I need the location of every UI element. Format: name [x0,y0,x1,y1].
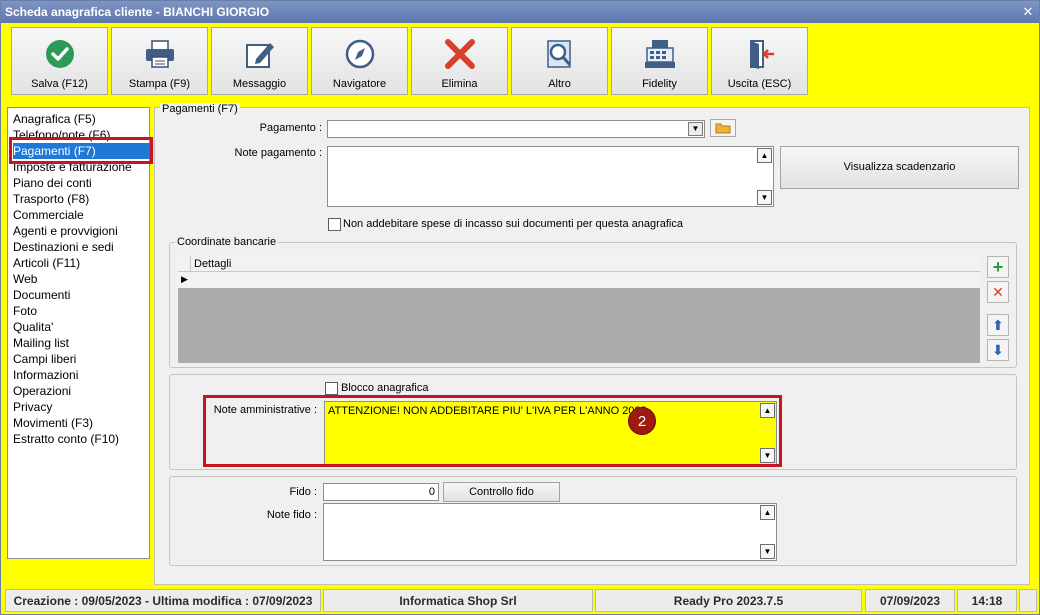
window-title: Scheda anagrafica cliente - BIANCHI GIOR… [5,5,270,19]
note-fido-field[interactable]: ▲ ▼ [323,503,777,561]
check-circle-icon [46,40,74,68]
move-up-button[interactable]: ⬆ [987,314,1009,336]
chevron-down-icon[interactable]: ▼ [688,122,703,136]
visualizza-scadenzario-button[interactable]: Visualizza scadenzario [780,146,1019,189]
nav-item-web[interactable]: Web [13,271,151,287]
close-icon[interactable]: ✕ [1021,5,1035,19]
non-addebitare-label: Non addebitare spese di incasso sui docu… [343,218,683,230]
scroll-down-icon[interactable]: ▼ [760,544,775,559]
compose-icon [246,43,274,68]
non-addebitare-checkbox[interactable] [328,218,341,231]
grid-header-dettagli: Dettagli [194,258,232,270]
title-bar: Scheda anagrafica cliente - BIANCHI GIOR… [1,1,1039,23]
print-button[interactable]: Stampa (F9) [111,27,208,95]
coordinate-bancarie-group: Coordinate bancarie Dettagli ▶ + ✕ ⬆ ⬇ [169,236,1017,368]
magnifier-doc-icon [547,40,572,68]
nav-item-foto[interactable]: Foto [13,303,151,319]
status-version: Ready Pro 2023.7.5 [595,589,862,612]
nav-item-trasporto[interactable]: Trasporto (F8) [13,191,151,207]
pagamento-select[interactable]: ▼ [327,120,705,138]
scroll-up-icon[interactable]: ▲ [760,505,775,520]
message-button-label: Messaggio [232,78,287,90]
table-row[interactable]: ▶ [178,272,980,288]
nav-item-campi-liberi[interactable]: Campi liberi [13,351,151,367]
nav-item-agenti[interactable]: Agenti e provvigioni [13,223,151,239]
save-button-label: Salva (F12) [31,78,88,90]
plus-icon: + [992,257,1004,277]
navigator-button[interactable]: Navigatore [311,27,408,95]
status-date: 07/09/2023 [865,589,955,612]
annotation-marker-2: 2 [628,407,656,435]
highlight-box-1 [9,137,153,164]
arrow-up-icon: ⬆ [992,317,1004,333]
fido-input[interactable]: 0 [323,483,439,501]
customer-record-window: Scheda anagrafica cliente - BIANCHI GIOR… [0,0,1040,615]
nav-item-movimenti[interactable]: Movimenti (F3) [13,415,151,431]
note-fido-label: Note fido : [266,509,317,521]
note-pagamento-label: Note pagamento : [234,147,322,159]
status-bar: Creazione : 09/05/2023 - Ultima modifica… [5,589,1037,612]
nav-item-destinazioni[interactable]: Destinazioni e sedi [13,239,151,255]
delete-button-label: Elimina [441,78,478,90]
section-nav: Anagrafica (F5) Telefono/note (F6) Pagam… [7,107,153,559]
pagamento-label: Pagamento : [259,122,322,134]
nav-item-anagrafica[interactable]: Anagrafica (F5) [13,111,151,127]
save-button[interactable]: Salva (F12) [11,27,108,95]
exit-button[interactable]: Uscita (ESC) [711,27,808,95]
blocco-anagrafica-checkbox[interactable] [325,382,338,395]
nav-item-articoli[interactable]: Articoli (F11) [13,255,151,271]
toolbar: Salva (F12) Stampa (F9) Messaggio Naviga… [11,27,811,95]
other-button[interactable]: Altro [511,27,608,95]
controllo-fido-button[interactable]: Controllo fido [443,482,560,502]
resize-grip-icon[interactable] [1019,589,1037,612]
fido-label: Fido : [289,486,317,498]
nav-item-qualita[interactable]: Qualita' [13,319,151,335]
blocco-anagrafica-label: Blocco anagrafica [341,382,429,394]
note-pagamento-field[interactable]: ▲ ▼ [327,146,774,207]
status-time: 14:18 [957,589,1017,612]
exit-door-icon [750,40,774,69]
status-dates: Creazione : 09/05/2023 - Ultima modifica… [5,589,321,612]
nav-item-commerciale[interactable]: Commerciale [13,207,151,223]
add-row-button[interactable]: + [987,256,1009,278]
cash-register-icon [645,40,675,68]
other-button-label: Altro [548,78,571,90]
nav-item-documenti[interactable]: Documenti [13,287,151,303]
highlight-box-2 [203,395,782,467]
scroll-down-icon[interactable]: ▼ [757,190,772,205]
coordinate-legend: Coordinate bancarie [175,236,279,248]
print-button-label: Stampa (F9) [128,78,191,90]
nav-item-estratto-conto[interactable]: Estratto conto (F10) [13,431,151,447]
printer-icon [146,40,174,68]
status-company: Informatica Shop Srl [323,589,593,612]
fidelity-button[interactable]: Fidelity [611,27,708,95]
bank-details-grid[interactable]: Dettagli ▶ [178,256,980,363]
exit-button-label: Uscita (ESC) [727,78,792,90]
message-button[interactable]: Messaggio [211,27,308,95]
grid-header: Dettagli [178,256,980,272]
compass-icon [345,39,375,69]
fidelity-button-label: Fidelity [642,78,677,90]
payments-panel: Pagamenti (F7) Pagamento : ▼ Note pagame… [154,103,1030,585]
delete-row-button[interactable]: ✕ [987,281,1009,303]
scroll-up-icon[interactable]: ▲ [757,148,772,163]
folder-open-icon[interactable] [710,119,736,137]
row-pointer-icon: ▶ [181,274,188,284]
close-icon: ✕ [992,284,1004,300]
nav-item-piano-conti[interactable]: Piano dei conti [13,175,151,191]
nav-item-mailing-list[interactable]: Mailing list [13,335,151,351]
nav-item-operazioni[interactable]: Operazioni [13,383,151,399]
delete-x-icon [445,39,475,69]
arrow-down-icon: ⬇ [992,342,1004,358]
panel-legend: Pagamenti (F7) [160,103,240,115]
move-down-button[interactable]: ⬇ [987,339,1009,361]
delete-button[interactable]: Elimina [411,27,508,95]
nav-item-privacy[interactable]: Privacy [13,399,151,415]
navigator-button-label: Navigatore [332,78,387,90]
nav-item-informazioni[interactable]: Informazioni [13,367,151,383]
